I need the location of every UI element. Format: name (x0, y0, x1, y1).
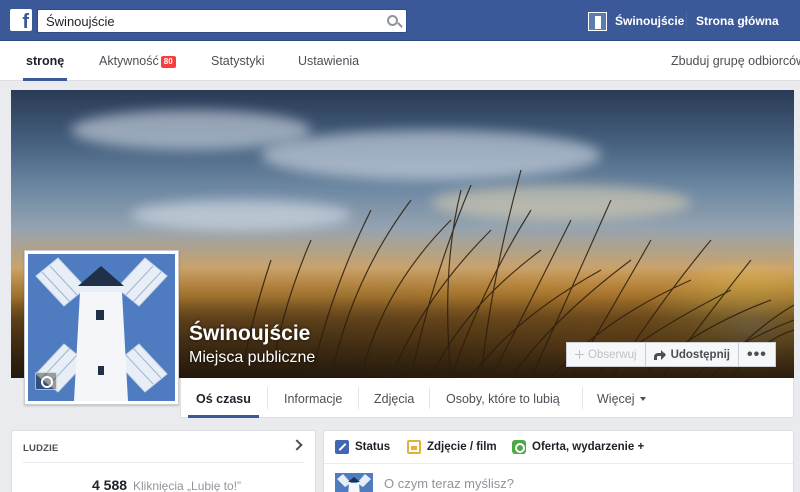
divider (686, 11, 687, 31)
avatar[interactable] (588, 11, 607, 31)
avatar (335, 473, 373, 492)
notification-badge: 80 (160, 56, 176, 68)
tab-insights[interactable]: Statystyki (211, 41, 265, 81)
tab-activity[interactable]: Aktywność 80 (99, 41, 176, 81)
tab-activity-label: Aktywność (99, 54, 159, 68)
tab-settings[interactable]: Ustawienia (298, 41, 359, 81)
share-arrow-icon (653, 350, 666, 360)
composer-input[interactable]: O czym teraz myślisz? (384, 476, 514, 491)
share-label: Udostępnij (670, 348, 730, 361)
plus-icon (575, 350, 584, 359)
composer-tab-status[interactable]: Status (335, 440, 390, 454)
divider (429, 387, 430, 409)
offer-icon (512, 440, 526, 454)
profile-name[interactable]: Świnoujście (615, 14, 684, 28)
tab-photos[interactable]: Zdjęcia (374, 378, 414, 417)
composer-tabs: Status Zdjęcie / film Oferta, wydarzenie… (324, 431, 793, 464)
more-options-button[interactable]: ••• (739, 342, 776, 367)
likes-count: 4 588 (92, 477, 128, 492)
post-composer: Status Zdjęcie / film Oferta, wydarzenie… (323, 430, 794, 492)
search-input[interactable] (38, 10, 368, 32)
divider (267, 387, 268, 409)
tab-likes[interactable]: Osoby, które to lubią (446, 378, 560, 417)
photo-icon (407, 440, 421, 454)
tab-about[interactable]: Informacje (284, 378, 342, 417)
page-admin-bar: stronę Aktywność 80 Statystyki Ustawienia… (0, 41, 800, 81)
build-audience-link[interactable]: Zbuduj grupę odbiorców (671, 41, 800, 81)
more-dots-icon: ••• (747, 345, 767, 363)
divider (582, 387, 583, 409)
page-title: Świnoujście (189, 322, 311, 345)
page-category[interactable]: Miejsca publiczne (189, 349, 315, 367)
home-link[interactable]: Strona główna (696, 14, 779, 28)
composer-tab-offer[interactable]: Oferta, wydarzenie + (512, 440, 644, 454)
tab-more[interactable]: Więcej (597, 378, 646, 417)
composer-tab-photo[interactable]: Zdjęcie / film (407, 440, 497, 454)
offer-label: Oferta, wydarzenie + (532, 441, 645, 453)
likes-label[interactable]: Kliknięcia „Lubię to!” (133, 479, 241, 492)
chevron-right-icon[interactable] (291, 439, 303, 451)
cover-actions: Obserwuj Udostępnij ••• (566, 342, 776, 367)
follow-button[interactable]: Obserwuj (566, 342, 646, 367)
chevron-down-icon (639, 397, 646, 401)
tab-timeline[interactable]: Oś czasu (188, 378, 259, 418)
windmill-icon (335, 473, 373, 492)
divider (23, 462, 304, 463)
facebook-logo-icon[interactable]: f (10, 9, 32, 31)
camera-icon[interactable] (35, 372, 57, 390)
search-icon[interactable] (387, 15, 398, 26)
search-box[interactable] (37, 9, 407, 33)
people-card: LUDZIE 4 588 Kliknięcia „Lubię to!” (11, 430, 316, 492)
photo-label: Zdjęcie / film (427, 441, 497, 453)
pencil-icon (335, 440, 349, 454)
share-button[interactable]: Udostępnij (645, 342, 739, 367)
top-bar: f Świnoujście Strona główna (0, 0, 800, 41)
profile-link[interactable]: Świnoujście (588, 11, 684, 31)
status-label: Status (355, 441, 391, 453)
follow-label: Obserwuj (588, 348, 637, 361)
timeline-nav: Oś czasu Informacje Zdjęcia Osoby, które… (180, 378, 794, 418)
tab-page[interactable]: stronę (22, 41, 68, 81)
tab-more-label: Więcej (597, 392, 635, 406)
people-heading[interactable]: LUDZIE (23, 443, 59, 454)
divider (358, 387, 359, 409)
